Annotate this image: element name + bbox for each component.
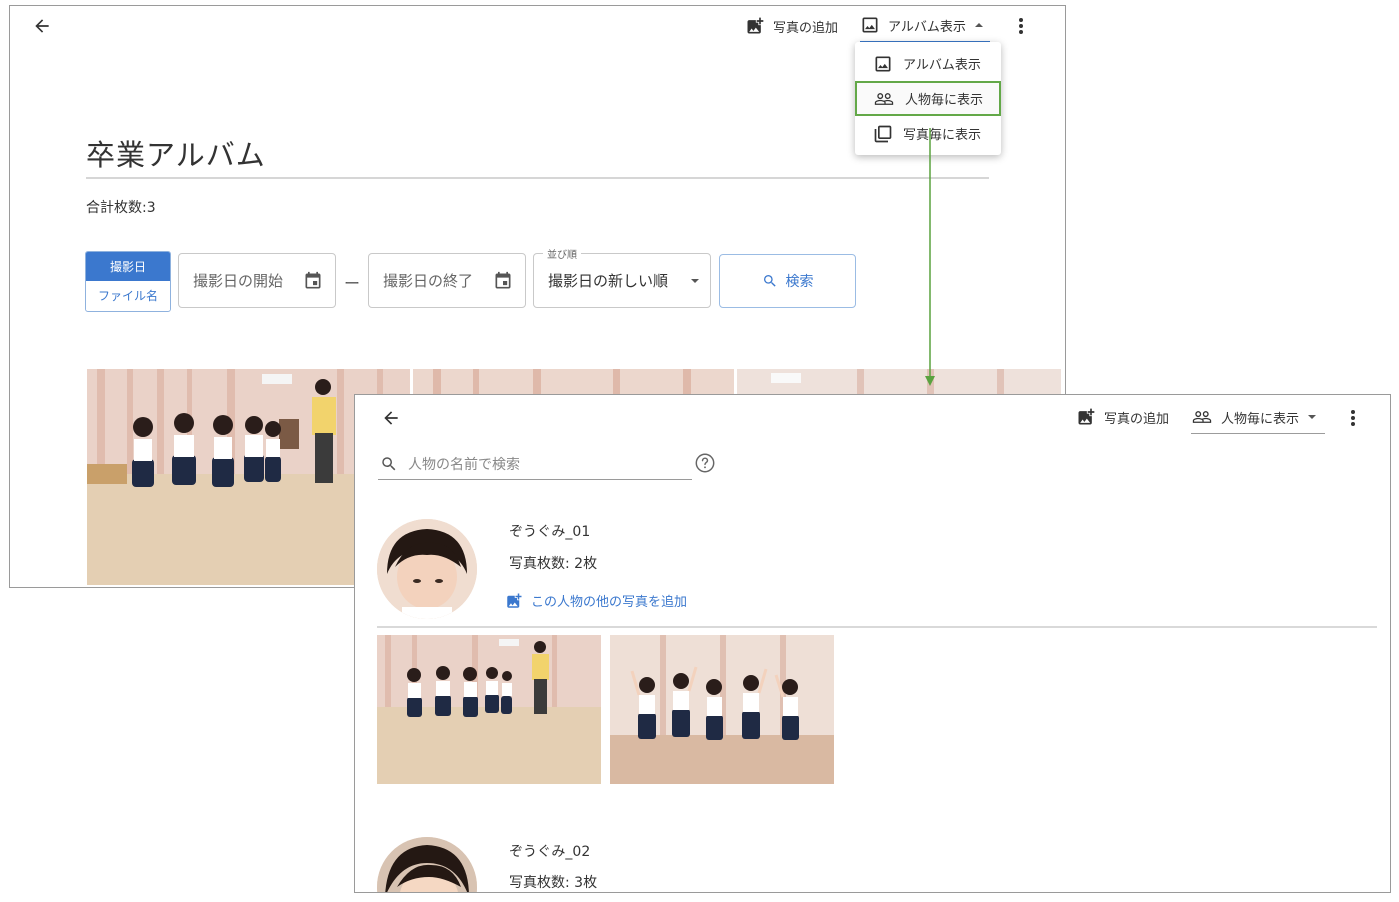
search-button-label: 検索 xyxy=(785,274,814,290)
menu-item-people-view[interactable]: 人物毎に表示 xyxy=(855,81,1001,116)
more-vert-icon[interactable] xyxy=(1342,406,1364,430)
menu-item-label: アルバム表示 xyxy=(903,58,981,73)
add-photo-button[interactable]: 写真の追加 xyxy=(1076,407,1169,427)
help-icon[interactable] xyxy=(694,452,716,478)
date-end-field[interactable]: 撮影日の終了 xyxy=(368,253,526,308)
sort-key-toggle: 撮影日 ファイル名 xyxy=(85,251,171,312)
add-photo-label: 写真の追加 xyxy=(1104,411,1170,427)
calendar-icon[interactable] xyxy=(493,271,513,291)
person-name: ぞうぐみ_02 xyxy=(509,844,591,860)
people-search-placeholder: 人物の名前で検索 xyxy=(408,456,520,473)
calendar-icon[interactable] xyxy=(303,271,323,291)
caret-down-icon xyxy=(1308,415,1317,419)
add-person-photos-label: この人物の他の写真を追加 xyxy=(531,595,688,610)
person-photo-count: 写真枚数: 2枚 xyxy=(509,556,598,572)
person-divider xyxy=(377,626,1377,628)
sort-key-filename-button[interactable]: ファイル名 xyxy=(86,281,170,310)
search-button[interactable]: 検索 xyxy=(719,254,856,308)
back-arrow-icon[interactable] xyxy=(379,406,403,430)
view-mode-label: アルバム表示 xyxy=(888,19,966,35)
menu-item-album-view[interactable]: アルバム表示 xyxy=(855,46,1001,81)
title-divider xyxy=(86,177,989,179)
add-photo-icon xyxy=(747,17,764,34)
view-mode-label: 人物毎に表示 xyxy=(1221,411,1300,427)
caret-up-icon xyxy=(974,23,983,27)
view-mode-select[interactable]: 人物毎に表示 xyxy=(1191,407,1325,434)
image-icon xyxy=(875,56,891,71)
date-range-separator: ー xyxy=(344,274,361,293)
menu-item-label: 人物毎に表示 xyxy=(905,93,984,108)
date-end-placeholder: 撮影日の終了 xyxy=(383,272,474,290)
search-icon xyxy=(382,456,396,470)
add-person-photos-link[interactable]: この人物の他の写真を追加 xyxy=(505,591,687,610)
people-icon xyxy=(874,92,894,105)
people-icon xyxy=(1192,411,1212,423)
page-title: 卒業アルバム xyxy=(86,138,266,172)
more-vert-icon[interactable] xyxy=(1010,14,1032,38)
sort-order-label: 並び順 xyxy=(543,246,581,261)
search-icon xyxy=(763,275,776,287)
add-photo-label: 写真の追加 xyxy=(773,20,839,36)
menu-item-label: 写真毎に表示 xyxy=(903,128,982,143)
total-count: 合計枚数:3 xyxy=(86,200,156,216)
person-photo[interactable] xyxy=(377,635,601,784)
photo-library-icon xyxy=(874,125,892,142)
person-avatar[interactable] xyxy=(377,837,477,892)
person-name: ぞうぐみ_01 xyxy=(509,524,591,540)
caret-down-icon xyxy=(691,278,699,283)
person-photo[interactable] xyxy=(610,635,834,784)
add-photo-icon xyxy=(507,593,522,608)
menu-item-photo-view[interactable]: 写真毎に表示 xyxy=(855,116,1001,151)
person-photo-count: 写真枚数: 3枚 xyxy=(509,875,598,891)
person-avatar[interactable] xyxy=(377,519,477,619)
view-mode-select[interactable]: アルバム表示 xyxy=(860,15,990,43)
sort-key-date-button[interactable]: 撮影日 xyxy=(86,252,170,281)
people-window: 写真の追加 人物毎に表示 人物の名前で検索 ぞうぐみ_01 写真枚数: 2枚 こ… xyxy=(354,394,1391,893)
view-mode-menu: アルバム表示 人物毎に表示 写真毎に表示 xyxy=(855,42,1001,155)
people-search-field[interactable]: 人物の名前で検索 xyxy=(378,448,692,480)
add-photo-button[interactable]: 写真の追加 xyxy=(745,16,838,36)
date-start-field[interactable]: 撮影日の開始 xyxy=(178,253,336,308)
back-arrow-icon[interactable] xyxy=(30,14,54,38)
sort-order-value: 撮影日の新しい順 xyxy=(548,272,669,290)
add-photo-icon xyxy=(1078,408,1095,425)
date-start-placeholder: 撮影日の開始 xyxy=(193,272,284,290)
image-icon xyxy=(862,17,878,33)
sort-order-select[interactable]: 撮影日の新しい順 xyxy=(533,253,711,308)
